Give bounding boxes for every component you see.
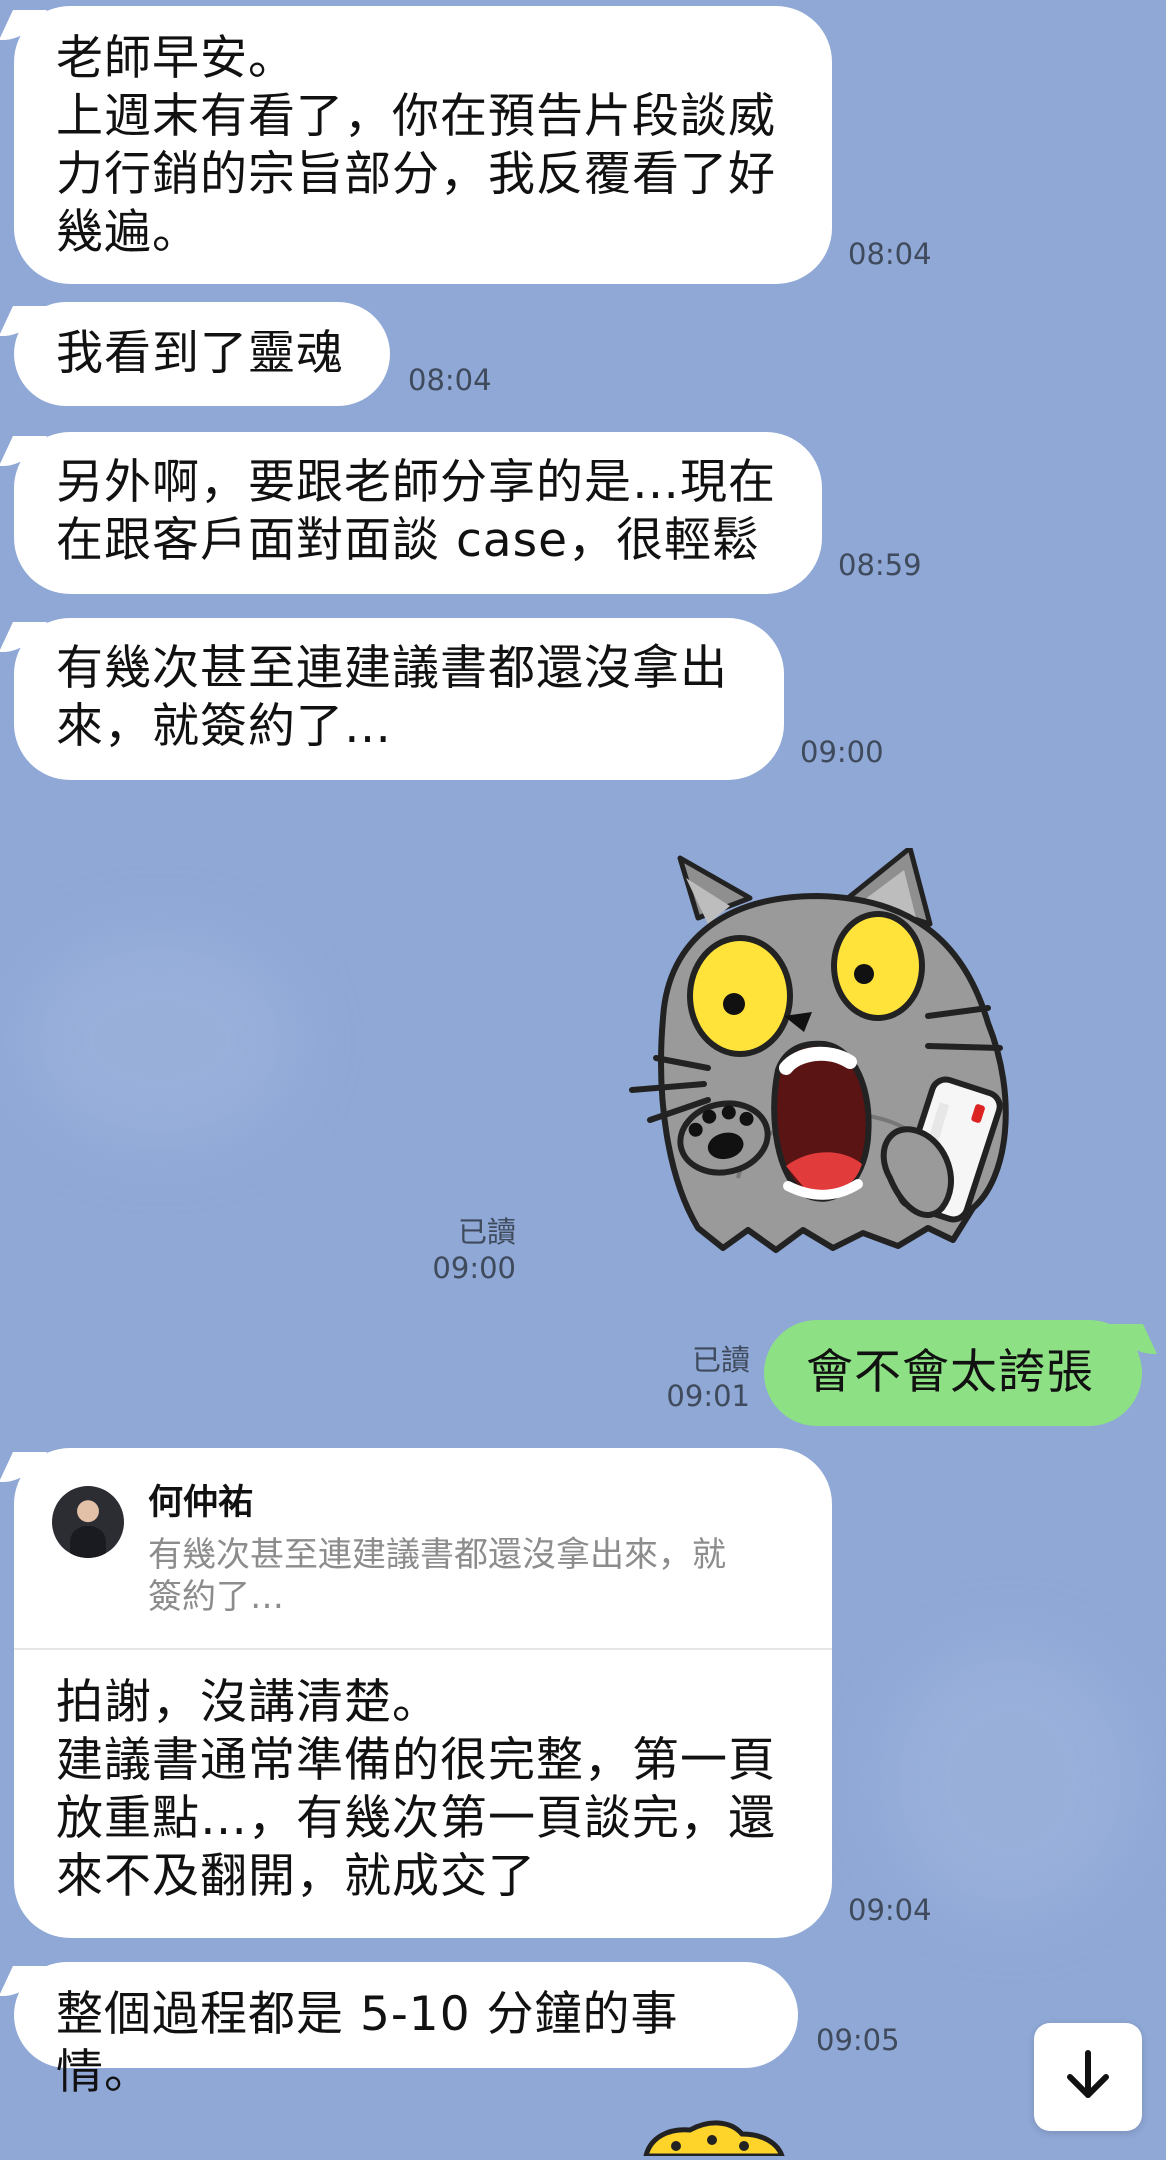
message-timestamp: 09:05 bbox=[816, 2023, 900, 2057]
message-timestamp: 08:59 bbox=[838, 548, 922, 582]
message-bubble[interactable]: 整個過程都是 5-10 分鐘的事情。 bbox=[14, 1962, 798, 2100]
background-cloud bbox=[880, 1640, 1140, 1920]
quote-divider bbox=[14, 1648, 832, 1650]
read-receipt: 已讀 09:00 bbox=[416, 1214, 516, 1286]
message-timestamp: 08:04 bbox=[848, 237, 932, 271]
message-timestamp: 09:01 bbox=[666, 1379, 750, 1413]
message-timestamp: 08:04 bbox=[408, 363, 492, 397]
reply-message-bubble[interactable]: 何仲祐 有幾次甚至連建議書都還沒拿出來，就 簽約了… 拍謝，沒講清楚。 建議書通… bbox=[14, 1448, 832, 1938]
message-bubble[interactable]: 我看到了靈魂 bbox=[14, 302, 390, 406]
read-receipt: 已讀 09:01 bbox=[650, 1342, 750, 1414]
message-bubble[interactable]: 有幾次甚至連建議書都還沒拿出 來，就簽約了… bbox=[14, 618, 784, 780]
quoted-user-avatar bbox=[52, 1486, 124, 1558]
message-timestamp: 09:00 bbox=[800, 735, 884, 769]
sticker-shocked-cat[interactable] bbox=[628, 845, 1028, 1268]
message-bubble[interactable]: 老師早安。 上週末有看了，你在預告片段談威 力行銷的宗旨部分，我反覆看了好 幾遍… bbox=[14, 6, 832, 284]
message-bubble[interactable]: 另外啊，要跟老師分享的是…現在 在跟客戶面對面談 case，很輕鬆 bbox=[14, 432, 822, 594]
message-timestamp: 09:00 bbox=[432, 1251, 516, 1285]
scroll-to-bottom-button[interactable] bbox=[1034, 2023, 1142, 2131]
quoted-message-text: 有幾次甚至連建議書都還沒拿出來，就 簽約了… bbox=[148, 1535, 726, 1617]
quoted-user-name: 何仲祐 bbox=[148, 1483, 254, 1523]
read-label: 已讀 bbox=[691, 1343, 750, 1377]
message-timestamp: 09:04 bbox=[848, 1893, 932, 1927]
read-label: 已讀 bbox=[457, 1215, 516, 1249]
background-cloud bbox=[20, 930, 300, 1150]
outgoing-message-bubble[interactable]: 會不會太誇張 bbox=[764, 1320, 1142, 1426]
arrow-down-icon bbox=[1058, 2045, 1118, 2109]
partial-sticker bbox=[632, 2116, 792, 2159]
reply-message-text: 拍謝，沒講清楚。 建議書通常準備的很完整，第一頁 放重點…，有幾次第一頁談完，還… bbox=[56, 1675, 776, 1904]
